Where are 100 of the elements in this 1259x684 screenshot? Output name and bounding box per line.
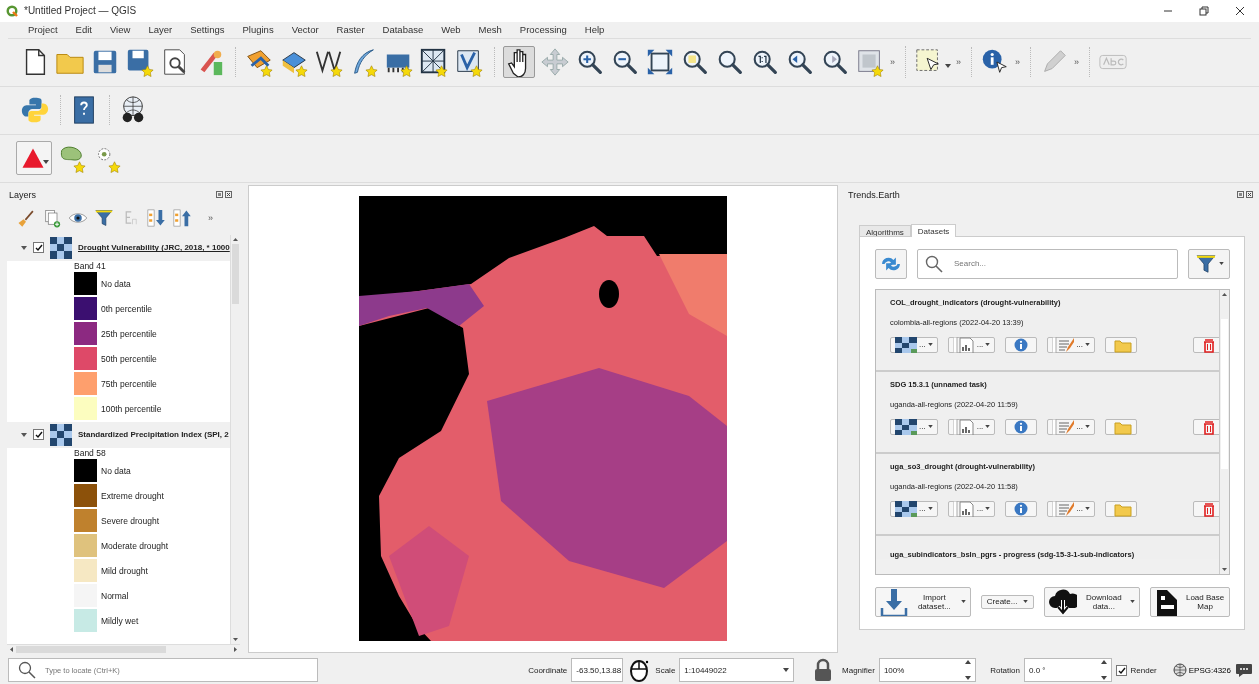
save-as-icon[interactable] (125, 47, 155, 78)
spin-down-icon[interactable] (1100, 676, 1107, 680)
raster-map-drawing[interactable] (359, 196, 727, 642)
report-button[interactable]: ... (947, 336, 996, 353)
legend-label: 25th percentile (101, 329, 157, 340)
scroll-right-icon[interactable] (231, 645, 240, 655)
float-icon[interactable] (216, 191, 223, 199)
qgis-logo-icon (6, 5, 18, 17)
menu-item[interactable]: Help (578, 24, 611, 36)
coordinate-label: Coordinate (528, 665, 568, 675)
notes-pencil-icon (1052, 336, 1075, 353)
caret-icon (1023, 600, 1029, 604)
messages-icon[interactable] (1235, 662, 1253, 678)
menu-item[interactable]: Settings (184, 24, 231, 36)
edit-metadata-button[interactable]: ... (1047, 500, 1095, 517)
search-icon (18, 661, 36, 679)
layer-checkbox[interactable] (33, 429, 44, 441)
filter-icon[interactable] (94, 207, 114, 228)
caret-icon (1085, 425, 1090, 429)
caret-icon (985, 507, 991, 511)
layer-checkbox[interactable] (33, 242, 44, 254)
menu-item[interactable]: Processing (513, 24, 573, 36)
spin-up-icon[interactable] (965, 660, 972, 664)
legend-label: 100th percentile (101, 404, 162, 415)
download-data-button[interactable]: Download data... (1044, 586, 1141, 617)
report-button[interactable]: ... (947, 418, 996, 435)
caret-icon[interactable] (945, 64, 951, 69)
load-dataset-button[interactable]: ... (890, 418, 938, 435)
edit-metadata-button[interactable]: ... (1047, 336, 1095, 353)
menu-item[interactable]: Raster (330, 24, 371, 36)
restore-icon[interactable] (1199, 6, 1209, 16)
info-button[interactable] (1005, 418, 1038, 435)
caret-icon (985, 425, 991, 429)
menu-item[interactable]: Layer (142, 24, 179, 36)
filter-button[interactable] (1188, 248, 1230, 279)
tab[interactable]: Datasets (910, 223, 957, 237)
globe-icon (1172, 663, 1187, 677)
load-base-map-button[interactable]: Load Base Map (1150, 586, 1230, 617)
close-icon[interactable] (1235, 6, 1245, 16)
cloud-download-icon (1049, 587, 1078, 616)
rotation-field[interactable]: 0.0 ° (1023, 658, 1112, 682)
scrollbar-thumb[interactable] (1221, 318, 1228, 469)
menu-item[interactable]: Database (376, 24, 430, 36)
refresh-button[interactable] (875, 248, 907, 279)
close-icon[interactable] (225, 191, 232, 199)
menu-item[interactable]: Plugins (236, 24, 280, 36)
import-dataset-button[interactable]: Import dataset... (875, 586, 971, 617)
toolbar-overflow[interactable]: » (1015, 57, 1021, 68)
move-up-icon[interactable] (172, 207, 192, 228)
scale-field[interactable]: 1:10449022 (679, 658, 794, 682)
add-group-icon[interactable] (42, 207, 62, 228)
caret-icon[interactable] (43, 160, 49, 165)
menu-item[interactable]: View (103, 24, 137, 36)
close-icon[interactable] (1246, 191, 1253, 199)
menu-item[interactable]: Project (22, 24, 64, 36)
digitize-tool-button[interactable] (16, 141, 52, 176)
move-down-icon[interactable] (146, 207, 166, 228)
legend-label: 75th percentile (101, 379, 157, 390)
search-field[interactable]: Search... (917, 248, 1178, 279)
toolbar-overflow[interactable]: » (1074, 57, 1080, 68)
band-label: Band 41 (73, 260, 107, 272)
crs-button[interactable]: EPSG:4326 (1172, 663, 1231, 677)
info-button[interactable] (1005, 500, 1038, 517)
band-label: Band 58 (73, 447, 107, 459)
tab[interactable]: Algorithms (859, 224, 911, 236)
load-dataset-button[interactable]: ... (890, 336, 938, 353)
coordinate-field[interactable]: -63.50,13.88 (571, 658, 624, 682)
panel-title: Trends.Earth (848, 189, 900, 200)
legend-label: Extreme drought (101, 491, 164, 502)
toolbar-overflow[interactable]: » (956, 57, 962, 68)
create-button[interactable]: Create... (980, 594, 1035, 609)
delete-button[interactable] (1193, 500, 1219, 517)
menu-item[interactable]: Edit (69, 24, 98, 36)
lock-icon[interactable] (812, 658, 834, 682)
render-checkbox[interactable] (1115, 664, 1127, 676)
spin-up-icon[interactable] (1100, 660, 1107, 664)
menu-item[interactable]: Mesh (472, 24, 508, 36)
spin-down-icon[interactable] (965, 676, 972, 680)
toolbar-overflow[interactable]: » (890, 57, 895, 68)
menu-item[interactable]: Vector (285, 24, 325, 36)
new-map-view-icon[interactable] (855, 47, 885, 78)
menu-item[interactable]: Web (435, 24, 467, 36)
pan-hand-icon[interactable] (503, 46, 535, 79)
report-button[interactable]: ... (947, 500, 996, 517)
edit-metadata-button[interactable]: ... (1047, 418, 1095, 435)
toolbar-overflow[interactable]: » (208, 212, 213, 223)
load-dataset-button[interactable]: ... (890, 500, 938, 517)
legend-label: Mild drought (101, 566, 148, 577)
raster-layer-icon (895, 336, 917, 353)
info-button[interactable] (1005, 336, 1038, 353)
delete-button[interactable] (1193, 336, 1219, 353)
delete-button[interactable] (1193, 418, 1219, 435)
magnifier-field[interactable]: 100% (878, 658, 977, 682)
window-title: *Untitled Project — QGIS (24, 5, 138, 17)
collapse-arrow-icon[interactable] (21, 431, 27, 438)
add-vector-layer-icon[interactable] (244, 47, 274, 78)
collapse-arrow-icon[interactable] (21, 244, 27, 251)
search-icon (925, 254, 943, 273)
float-icon[interactable] (1237, 191, 1244, 199)
vertical-scrollbar[interactable] (1219, 289, 1229, 574)
